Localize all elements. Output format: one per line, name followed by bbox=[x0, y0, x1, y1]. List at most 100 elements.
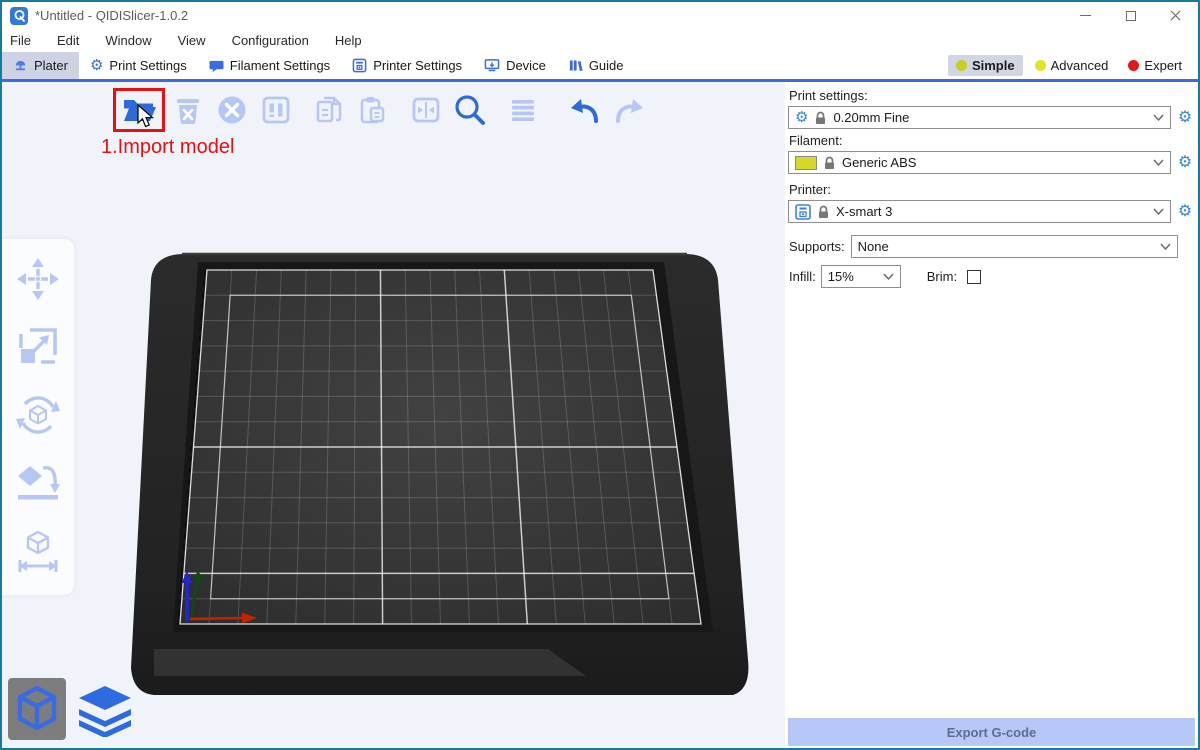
layers-icon bbox=[78, 685, 132, 737]
cube-view-icon bbox=[14, 684, 60, 734]
mouse-cursor bbox=[136, 104, 156, 130]
import-annotation: 1.Import model bbox=[101, 136, 234, 159]
printer-label: Printer: bbox=[789, 182, 1195, 197]
title-bar: *Untitled - QIDISlicer-1.0.2 bbox=[2, 2, 1198, 29]
minimize-button[interactable] bbox=[1063, 2, 1108, 29]
copy-button[interactable] bbox=[307, 88, 351, 132]
simple-dot-icon bbox=[956, 60, 967, 71]
rotate-tool-button[interactable] bbox=[6, 383, 70, 447]
gear-icon: ⚙ bbox=[90, 58, 103, 73]
mode-advanced[interactable]: Advanced bbox=[1027, 55, 1117, 76]
supports-dropdown[interactable]: None bbox=[851, 235, 1178, 258]
printer-icon bbox=[795, 204, 811, 220]
menu-help[interactable]: Help bbox=[322, 29, 375, 52]
filament-dropdown[interactable]: Generic ABS bbox=[788, 151, 1171, 174]
printer-dropdown[interactable]: X-smart 3 bbox=[788, 200, 1171, 223]
tab-device[interactable]: Device bbox=[473, 52, 557, 79]
3d-viewport[interactable]: 1.Import model bbox=[2, 82, 785, 748]
menu-bar: File Edit Window View Configuration Help bbox=[2, 29, 1198, 52]
menu-configuration[interactable]: Configuration bbox=[219, 29, 322, 52]
chevron-down-icon bbox=[883, 273, 894, 280]
tab-filament-settings[interactable]: Filament Settings bbox=[198, 52, 341, 79]
filament-gear-button[interactable]: ⚙ bbox=[1175, 155, 1195, 171]
scale-tool-button[interactable] bbox=[6, 315, 70, 379]
split-objects-button[interactable] bbox=[404, 88, 448, 132]
mode-switcher: Simple Advanced Expert bbox=[948, 52, 1198, 79]
app-window: *Untitled - QIDISlicer-1.0.2 File Edit W… bbox=[0, 0, 1200, 750]
menu-window[interactable]: Window bbox=[92, 29, 164, 52]
printer-icon bbox=[352, 58, 367, 73]
plater-icon bbox=[13, 58, 28, 73]
move-tool-button[interactable] bbox=[6, 247, 70, 311]
filament-color-swatch bbox=[795, 156, 817, 170]
tab-plater[interactable]: Plater bbox=[2, 52, 79, 79]
app-logo-icon bbox=[10, 7, 28, 25]
chevron-down-icon bbox=[1160, 243, 1171, 250]
undo-button[interactable] bbox=[563, 88, 607, 132]
expert-dot-icon bbox=[1128, 60, 1139, 71]
search-icon bbox=[451, 91, 489, 129]
mode-expert[interactable]: Expert bbox=[1120, 55, 1190, 76]
menu-edit[interactable]: Edit bbox=[44, 29, 92, 52]
layer-list-icon bbox=[506, 93, 540, 127]
plater-toolbar bbox=[113, 88, 651, 132]
undo-icon bbox=[567, 93, 603, 127]
rotate-icon bbox=[15, 392, 61, 438]
arrange-button[interactable] bbox=[254, 88, 298, 132]
supports-label: Supports: bbox=[789, 239, 845, 254]
settings-panel: Print settings: ⚙ 0.20mm Fine ⚙ Filament… bbox=[785, 82, 1198, 748]
close-button[interactable] bbox=[1153, 2, 1198, 29]
print-settings-label: Print settings: bbox=[789, 88, 1195, 103]
guide-icon bbox=[568, 58, 583, 73]
tab-printer-settings[interactable]: Printer Settings bbox=[341, 52, 473, 79]
chevron-down-icon bbox=[1153, 159, 1164, 166]
scale-icon bbox=[15, 324, 61, 370]
split-objects-icon bbox=[409, 93, 443, 127]
printer-gear-button[interactable]: ⚙ bbox=[1175, 204, 1195, 220]
redo-icon bbox=[611, 93, 647, 127]
brim-label: Brim: bbox=[927, 269, 957, 284]
tab-print-settings[interactable]: ⚙ Print Settings bbox=[79, 52, 198, 79]
delete-button[interactable] bbox=[166, 88, 210, 132]
print-bed bbox=[2, 82, 785, 748]
variable-layer-height-button[interactable] bbox=[501, 88, 545, 132]
infill-label: Infill: bbox=[789, 269, 816, 284]
place-on-face-icon bbox=[15, 460, 61, 506]
print-settings-dropdown[interactable]: ⚙ 0.20mm Fine bbox=[788, 106, 1171, 129]
measure-icon bbox=[15, 528, 61, 574]
3d-editor-view-button[interactable] bbox=[8, 678, 66, 740]
paste-button[interactable] bbox=[351, 88, 395, 132]
delete-all-button[interactable] bbox=[210, 88, 254, 132]
device-icon bbox=[484, 58, 500, 73]
paste-icon bbox=[356, 93, 390, 127]
search-button[interactable] bbox=[448, 88, 492, 132]
mode-simple[interactable]: Simple bbox=[948, 55, 1023, 76]
axis-indicator bbox=[182, 570, 258, 624]
advanced-dot-icon bbox=[1035, 60, 1046, 71]
circle-x-icon bbox=[215, 93, 249, 127]
tab-bar: Plater ⚙ Print Settings Filament Setting… bbox=[2, 52, 1198, 82]
export-gcode-button[interactable]: Export G-code bbox=[788, 718, 1195, 746]
maximize-button[interactable] bbox=[1108, 2, 1153, 29]
menu-file[interactable]: File bbox=[10, 29, 44, 52]
lock-icon bbox=[818, 205, 829, 219]
chevron-down-icon bbox=[1153, 114, 1164, 121]
arrange-icon bbox=[259, 93, 293, 127]
filament-icon bbox=[209, 59, 224, 73]
menu-view[interactable]: View bbox=[165, 29, 219, 52]
preview-layers-button[interactable] bbox=[74, 682, 136, 740]
trash-x-icon bbox=[171, 93, 205, 127]
window-title: *Untitled - QIDISlicer-1.0.2 bbox=[35, 8, 188, 23]
redo-button[interactable] bbox=[607, 88, 651, 132]
measure-tool-button[interactable] bbox=[6, 519, 70, 583]
infill-dropdown[interactable]: 15% bbox=[821, 265, 901, 288]
filament-label: Filament: bbox=[789, 133, 1195, 148]
tab-guide[interactable]: Guide bbox=[557, 52, 635, 79]
gear-icon: ⚙ bbox=[795, 110, 808, 125]
left-tool-panel bbox=[2, 239, 74, 595]
place-on-face-tool-button[interactable] bbox=[6, 451, 70, 515]
print-settings-gear-button[interactable]: ⚙ bbox=[1175, 110, 1195, 126]
copy-icon bbox=[312, 93, 346, 127]
lock-icon bbox=[815, 111, 826, 125]
brim-checkbox[interactable] bbox=[967, 270, 981, 284]
